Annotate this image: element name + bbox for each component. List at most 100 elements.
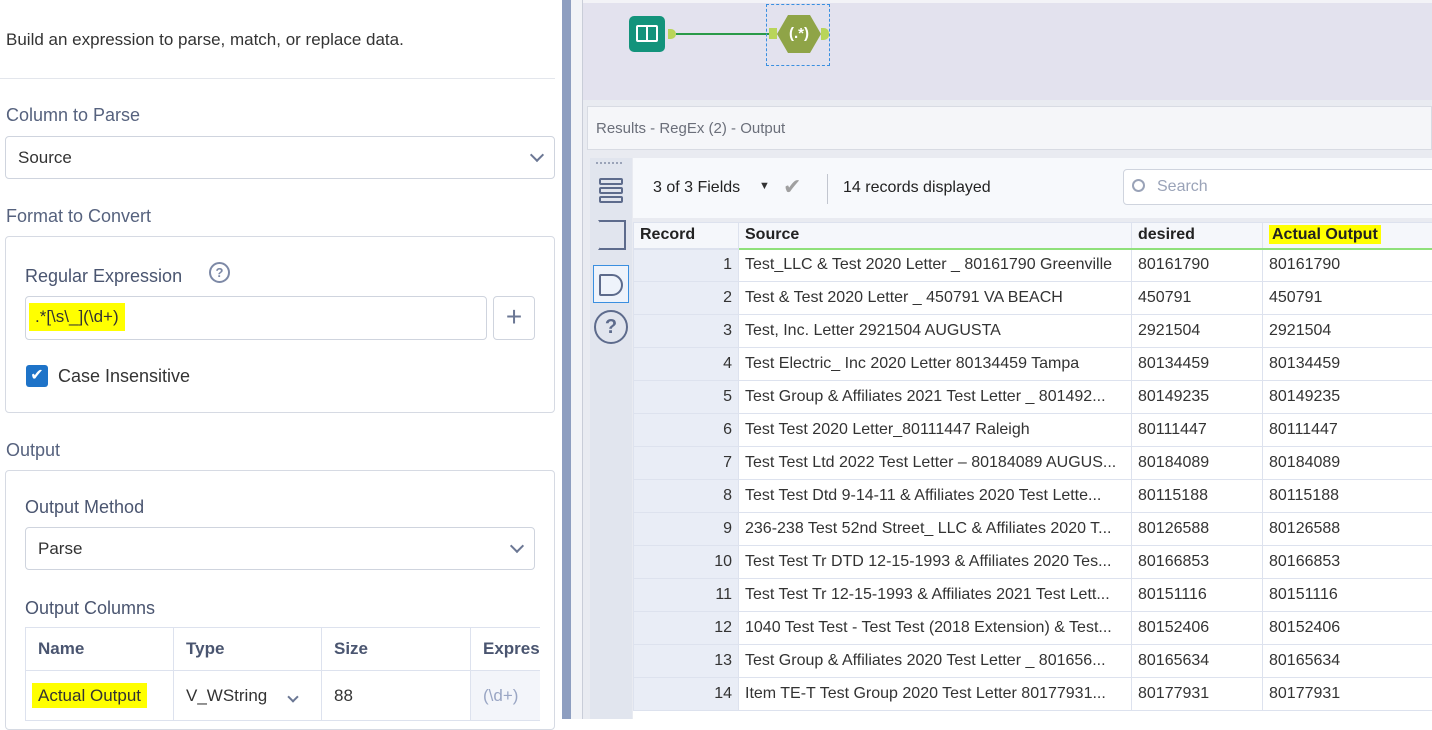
record-cell[interactable]: 13 [634, 645, 739, 678]
case-insensitive-checkbox[interactable]: ✔ [26, 365, 48, 387]
table-row[interactable]: 5Test Group & Affiliates 2021 Test Lette… [634, 381, 1432, 414]
actual-output-cell[interactable]: 80152406 [1263, 612, 1432, 645]
drag-handle-icon[interactable] [596, 162, 622, 164]
regex-input[interactable]: .*[\s\_](\d+) [25, 296, 487, 340]
actual-output-cell[interactable]: 80177931 [1263, 678, 1432, 711]
table-view-icon[interactable] [599, 178, 623, 203]
record-cell[interactable]: 11 [634, 579, 739, 612]
column-header-record[interactable]: Record [634, 223, 739, 249]
record-cell[interactable]: 3 [634, 315, 739, 348]
search-input[interactable]: Search [1123, 169, 1432, 205]
actual-output-cell[interactable]: 80126588 [1263, 513, 1432, 546]
output-size-field[interactable]: 88 [322, 671, 471, 721]
desired-cell[interactable]: 80165634 [1132, 645, 1263, 678]
record-cell[interactable]: 1 [634, 249, 739, 282]
actual-output-cell[interactable]: 80184089 [1263, 447, 1432, 480]
desired-cell[interactable]: 80115188 [1132, 480, 1263, 513]
actual-output-cell[interactable]: 80166853 [1263, 546, 1432, 579]
add-expression-button[interactable]: + [493, 296, 535, 340]
desired-cell[interactable]: 80152406 [1132, 612, 1263, 645]
table-row[interactable]: 14Item TE-T Test Group 2020 Test Letter … [634, 678, 1432, 711]
desired-cell[interactable]: 80111447 [1132, 414, 1263, 447]
actual-output-cell[interactable]: 450791 [1263, 282, 1432, 315]
source-cell[interactable]: 236-238 Test 52nd Street_ LLC & Affiliat… [739, 513, 1132, 546]
output-name-field[interactable]: Actual Output [32, 683, 147, 708]
output-method-dropdown[interactable]: Parse [25, 527, 535, 570]
source-cell[interactable]: Test Test Tr DTD 12-15-1993 & Affiliates… [739, 546, 1132, 579]
record-cell[interactable]: 12 [634, 612, 739, 645]
actual-output-cell[interactable]: 80151116 [1263, 579, 1432, 612]
column-to-parse-dropdown[interactable]: Source [5, 136, 555, 179]
source-cell[interactable]: Test Test Ltd 2022 Test Letter – 8018408… [739, 447, 1132, 480]
record-cell[interactable]: 6 [634, 414, 739, 447]
table-row[interactable]: 2Test & Test 2020 Letter _ 450791 VA BEA… [634, 282, 1432, 315]
actual-output-cell[interactable]: 2921504 [1263, 315, 1432, 348]
source-cell[interactable]: Test Electric_ Inc 2020 Letter 80134459 … [739, 348, 1132, 381]
column-header-desired[interactable]: desired [1132, 223, 1263, 249]
column-header-actual-output[interactable]: Actual Output [1263, 223, 1432, 249]
source-cell[interactable]: Test Group & Affiliates 2021 Test Letter… [739, 381, 1132, 414]
column-header-source[interactable]: Source [739, 223, 1132, 249]
record-cell[interactable]: 10 [634, 546, 739, 579]
panel-splitter[interactable] [562, 0, 571, 719]
output-anchor[interactable] [821, 28, 829, 40]
table-row[interactable]: 121040 Test Test - Test Test (2018 Exten… [634, 612, 1432, 645]
table-row[interactable]: 6Test Test 2020 Letter_80111447 Raleigh8… [634, 414, 1432, 447]
record-cell[interactable]: 14 [634, 678, 739, 711]
record-cell[interactable]: 5 [634, 381, 739, 414]
desired-cell[interactable]: 80177931 [1132, 678, 1263, 711]
source-cell[interactable]: Test Test Tr 12-15-1993 & Affiliates 202… [739, 579, 1132, 612]
panel-gutter [571, 0, 583, 719]
results-grid[interactable]: Record Source desired Actual Output 1Tes… [633, 222, 1432, 719]
fields-selector[interactable]: 3 of 3 Fields [653, 179, 740, 197]
desired-cell[interactable]: 450791 [1132, 282, 1263, 315]
actual-output-cell[interactable]: 80161790 [1263, 249, 1432, 282]
actual-output-cell[interactable]: 80134459 [1263, 348, 1432, 381]
table-row[interactable]: 1Test_LLC & Test 2020 Letter _ 80161790 … [634, 249, 1432, 282]
input-anchor[interactable] [769, 28, 777, 39]
output-anchor[interactable] [668, 29, 676, 39]
actual-output-cell[interactable]: 80149235 [1263, 381, 1432, 414]
metadata-icon[interactable] [593, 265, 629, 303]
source-cell[interactable]: Test & Test 2020 Letter _ 450791 VA BEAC… [739, 282, 1132, 315]
source-cell[interactable]: 1040 Test Test - Test Test (2018 Extensi… [739, 612, 1132, 645]
desired-cell[interactable]: 80149235 [1132, 381, 1263, 414]
help-icon[interactable]: ? [209, 262, 230, 283]
table-row[interactable]: 3Test, Inc. Letter 2921504 AUGUSTA292150… [634, 315, 1432, 348]
desired-cell[interactable]: 2921504 [1132, 315, 1263, 348]
table-row[interactable]: 8Test Test Dtd 9-14-11 & Affiliates 2020… [634, 480, 1432, 513]
table-row[interactable]: 4Test Electric_ Inc 2020 Letter 80134459… [634, 348, 1432, 381]
desired-cell[interactable]: 80126588 [1132, 513, 1263, 546]
table-row[interactable]: 11Test Test Tr 12-15-1993 & Affiliates 2… [634, 579, 1432, 612]
source-cell[interactable]: Test, Inc. Letter 2921504 AUGUSTA [739, 315, 1132, 348]
desired-cell[interactable]: 80166853 [1132, 546, 1263, 579]
table-row[interactable]: 13Test Group & Affiliates 2020 Test Lett… [634, 645, 1432, 678]
desired-cell[interactable]: 80184089 [1132, 447, 1263, 480]
source-cell[interactable]: Item TE-T Test Group 2020 Test Letter 80… [739, 678, 1132, 711]
source-cell[interactable]: Test Test 2020 Letter_80111447 Raleigh [739, 414, 1132, 447]
actual-output-cell[interactable]: 80165634 [1263, 645, 1432, 678]
source-cell[interactable]: Test_LLC & Test 2020 Letter _ 80161790 G… [739, 249, 1132, 282]
record-cell[interactable]: 4 [634, 348, 739, 381]
source-cell[interactable]: Test Test Dtd 9-14-11 & Affiliates 2020 … [739, 480, 1132, 513]
workflow-canvas[interactable]: (.*) [583, 0, 1432, 100]
summary-icon[interactable] [598, 220, 626, 250]
help-icon[interactable]: ? [594, 310, 628, 344]
caret-down-icon[interactable]: ▼ [759, 180, 770, 192]
desired-cell[interactable]: 80151116 [1132, 579, 1263, 612]
input-data-tool-icon[interactable] [629, 16, 665, 52]
output-type-dropdown[interactable]: V_WString [174, 671, 322, 721]
checkmark-icon[interactable]: ✔ [783, 174, 801, 200]
table-row[interactable]: 10Test Test Tr DTD 12-15-1993 & Affiliat… [634, 546, 1432, 579]
record-cell[interactable]: 9 [634, 513, 739, 546]
record-cell[interactable]: 7 [634, 447, 739, 480]
record-cell[interactable]: 2 [634, 282, 739, 315]
desired-cell[interactable]: 80134459 [1132, 348, 1263, 381]
table-row[interactable]: 9236-238 Test 52nd Street_ LLC & Affilia… [634, 513, 1432, 546]
actual-output-cell[interactable]: 80111447 [1263, 414, 1432, 447]
table-row[interactable]: 7Test Test Ltd 2022 Test Letter – 801840… [634, 447, 1432, 480]
desired-cell[interactable]: 80161790 [1132, 249, 1263, 282]
record-cell[interactable]: 8 [634, 480, 739, 513]
actual-output-cell[interactable]: 80115188 [1263, 480, 1432, 513]
source-cell[interactable]: Test Group & Affiliates 2020 Test Letter… [739, 645, 1132, 678]
